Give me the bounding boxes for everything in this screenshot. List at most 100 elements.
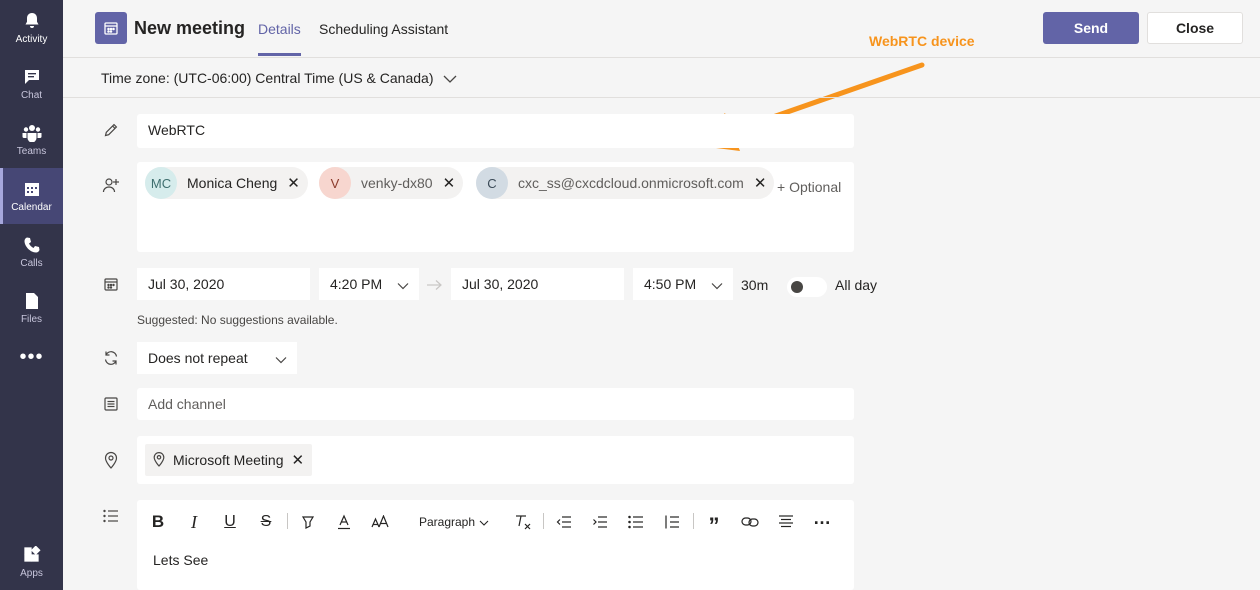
duration-label: 30m [741, 277, 769, 293]
repeat-icon [101, 348, 121, 368]
rail-label: Calls [20, 258, 43, 269]
toolbar-divider [693, 513, 694, 529]
more-apps-icon[interactable]: ••• [0, 346, 63, 369]
rail-item-files[interactable]: Files [0, 280, 63, 336]
close-button[interactable]: Close [1147, 12, 1243, 44]
more-options-icon[interactable]: … [813, 508, 831, 532]
numbered-list-icon[interactable] [663, 512, 681, 532]
description-icon [101, 506, 121, 526]
file-icon [22, 291, 42, 311]
strikethrough-icon[interactable]: S [258, 512, 274, 532]
remove-icon[interactable]: ✕ [287, 174, 300, 192]
rail-item-calls[interactable]: Calls [0, 224, 63, 280]
bell-icon [22, 11, 42, 31]
start-date-value: Jul 30, 2020 [148, 276, 225, 292]
timezone-label: Time zone: (UTC-06:00) Central Time (US … [101, 70, 434, 86]
paragraph-style-dropdown[interactable]: Paragraph [418, 512, 490, 532]
toggle-knob [791, 281, 803, 293]
clear-formatting-icon[interactable] [514, 512, 532, 532]
rail-label: Activity [15, 34, 48, 45]
repeat-selector[interactable]: Does not repeat [137, 342, 297, 374]
send-button[interactable]: Send [1043, 12, 1139, 44]
link-icon[interactable] [741, 512, 759, 532]
end-date-value: Jul 30, 2020 [462, 276, 539, 292]
page-title: New meeting [134, 18, 246, 38]
rail-item-teams[interactable]: Teams [0, 112, 63, 168]
rail-label: Apps [20, 568, 43, 579]
font-color-icon[interactable] [335, 512, 353, 532]
edit-icon [101, 120, 121, 140]
rail-label: Files [20, 314, 43, 325]
location-pin-icon [153, 451, 165, 470]
location-icon [101, 450, 121, 470]
annotation-label: WebRTC device [869, 33, 975, 49]
decrease-indent-icon[interactable] [555, 512, 573, 532]
highlight-icon[interactable] [299, 512, 317, 532]
end-time-value: 4:50 PM [644, 276, 697, 292]
tab-details[interactable]: Details [258, 21, 301, 56]
meeting-header: New meeting Details Scheduling Assistant… [63, 0, 1260, 58]
end-date-picker[interactable]: Jul 30, 2020 [451, 268, 624, 300]
end-time-picker[interactable]: 4:50 PM [633, 268, 733, 300]
italic-icon[interactable]: I [186, 512, 202, 532]
attendee-name: venky-dx80 [361, 175, 433, 191]
align-icon[interactable] [777, 512, 795, 532]
rail-label: Calendar [11, 202, 52, 213]
start-time-value: 4:20 PM [330, 276, 383, 292]
remove-icon[interactable]: ✕ [291, 451, 304, 469]
attendee-chip[interactable]: C cxc_ss@cxcdcloud.onmicrosoft.com ✕ [476, 167, 775, 199]
add-channel-input[interactable]: Add channel [137, 388, 854, 420]
rail-item-apps[interactable]: Apps [0, 534, 63, 590]
chevron-down-icon [275, 351, 287, 367]
bulleted-list-icon[interactable] [627, 512, 645, 532]
tab-scheduling-assistant[interactable]: Scheduling Assistant [319, 21, 448, 37]
attendee-name: cxc_ss@cxcdcloud.onmicrosoft.com [518, 175, 744, 191]
channel-icon [101, 394, 121, 414]
toolbar-divider [543, 513, 544, 529]
start-date-picker[interactable]: Jul 30, 2020 [137, 268, 310, 300]
add-attendee-icon [101, 175, 121, 195]
calendar-icon [95, 12, 127, 44]
calendar-icon [22, 179, 42, 199]
all-day-toggle[interactable] [787, 277, 827, 297]
avatar: MC [145, 167, 177, 199]
add-channel-placeholder: Add channel [148, 396, 226, 412]
repeat-value: Does not repeat [148, 350, 248, 366]
location-value: Microsoft Meeting [173, 452, 284, 468]
teams-icon [22, 123, 42, 143]
attendee-chip[interactable]: MC Monica Cheng ✕ [145, 167, 308, 199]
suggestion-text: Suggested: No suggestions available. [137, 313, 338, 327]
remove-icon[interactable]: ✕ [754, 174, 767, 192]
chevron-down-icon [479, 515, 489, 529]
underline-icon[interactable]: U [222, 512, 238, 532]
increase-indent-icon[interactable] [591, 512, 609, 532]
rail-item-chat[interactable]: Chat [0, 56, 63, 112]
chevron-down-icon [443, 70, 457, 86]
font-size-icon[interactable] [371, 512, 389, 532]
description-body: Lets See [153, 552, 209, 568]
location-chip[interactable]: Microsoft Meeting ✕ [145, 444, 313, 476]
meeting-title-input[interactable]: WebRTC [137, 114, 854, 148]
avatar: V [319, 167, 351, 199]
start-time-picker[interactable]: 4:20 PM [319, 268, 419, 300]
divider [63, 97, 1260, 98]
rail-label: Teams [16, 146, 47, 157]
arrow-right-icon [425, 278, 443, 296]
phone-icon [22, 235, 42, 255]
bold-icon[interactable]: B [150, 512, 166, 532]
timezone-selector[interactable]: Time zone: (UTC-06:00) Central Time (US … [101, 70, 457, 86]
chat-icon [22, 67, 42, 87]
quote-icon[interactable]: ” [705, 512, 723, 538]
remove-icon[interactable]: ✕ [443, 174, 456, 192]
calendar-icon [101, 274, 121, 294]
rail-item-calendar[interactable]: Calendar [0, 168, 63, 224]
add-optional-button[interactable]: + Optional [777, 179, 841, 195]
attendee-chip[interactable]: V venky-dx80 ✕ [319, 167, 464, 199]
rail-item-activity[interactable]: Activity [0, 0, 63, 56]
attendee-name: Monica Cheng [187, 175, 278, 191]
meeting-title-value: WebRTC [148, 122, 206, 138]
avatar: C [476, 167, 508, 199]
all-day-label: All day [835, 277, 878, 293]
app-rail: Activity Chat Teams Calendar Calls Files… [0, 0, 63, 590]
annotation-arrow [692, 62, 925, 151]
